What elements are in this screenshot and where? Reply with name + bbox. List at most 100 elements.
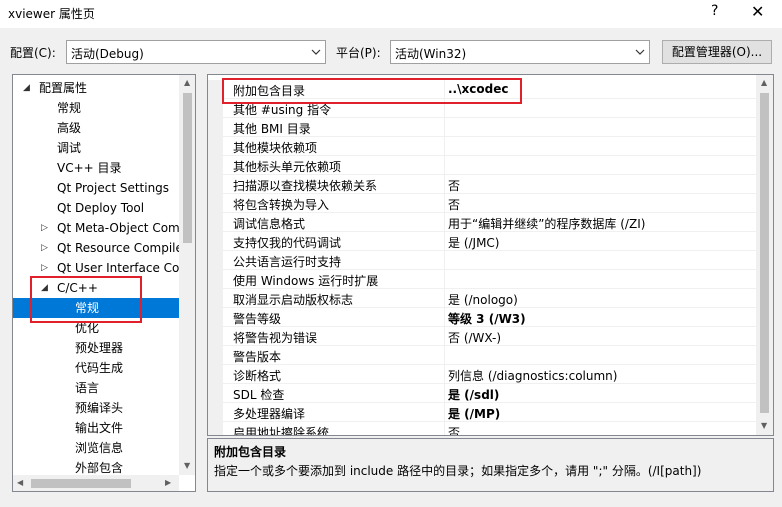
- property-row[interactable]: 启用地址擦除系统 否: [208, 422, 756, 435]
- property-value[interactable]: 否: [448, 196, 460, 213]
- property-name: 其他标头单元依赖项: [233, 160, 342, 174]
- property-value[interactable]: 列信息 (/diagnostics:column): [448, 367, 617, 384]
- property-row[interactable]: 多处理器编译 是 (/MP): [208, 403, 756, 422]
- tree-item[interactable]: VC++ 目录: [13, 158, 183, 178]
- column-separator: [444, 175, 445, 194]
- description-title: 附加包含目录: [214, 445, 287, 459]
- tree-item-label: 高级: [57, 121, 82, 135]
- property-row[interactable]: 其他标头单元依赖项: [208, 156, 756, 175]
- tree-item[interactable]: 常规: [13, 298, 183, 318]
- scroll-up-icon[interactable]: ▲: [184, 78, 190, 87]
- tree-item[interactable]: 语言: [13, 378, 183, 398]
- property-name: 将包含转换为导入: [233, 198, 330, 212]
- config-label: 配置(C):: [10, 46, 56, 60]
- help-icon[interactable]: ?: [711, 3, 718, 19]
- property-grid[interactable]: 附加包含目录 ..\xcodec 其他 #using 指令 其他 BMI 目录其他模块…: [207, 74, 774, 436]
- tree-item[interactable]: 预处理器: [13, 338, 183, 358]
- property-row[interactable]: 取消显示启动版权标志 是 (/nologo): [208, 289, 756, 308]
- property-value[interactable]: 是 (/JMC): [448, 234, 500, 251]
- grid-vscroll-thumb[interactable]: [760, 93, 769, 413]
- property-name: 将警告视为错误: [233, 331, 318, 345]
- property-value[interactable]: 是 (/nologo): [448, 291, 518, 308]
- tree-vertical-scrollbar[interactable]: ▲ ▼: [179, 75, 195, 475]
- tree-item[interactable]: ▷ Qt Meta-Object Com: [13, 218, 183, 238]
- tree-vscroll-thumb[interactable]: [183, 93, 192, 243]
- platform-label: 平台(P):: [336, 46, 381, 60]
- tree-item[interactable]: ◢ 配置属性: [13, 78, 183, 98]
- property-row[interactable]: 其他 BMI 目录: [208, 118, 756, 137]
- platform-dropdown[interactable]: 活动(Win32): [390, 40, 650, 64]
- scroll-down-icon[interactable]: ▼: [761, 421, 767, 430]
- tree-item-label: 配置属性: [39, 81, 88, 95]
- tree-item-label: Qt Project Settings: [57, 181, 170, 195]
- tree-item[interactable]: 高级: [13, 118, 183, 138]
- property-row[interactable]: 其他模块依赖项: [208, 137, 756, 156]
- property-row[interactable]: 其他 #using 指令: [208, 99, 756, 118]
- scroll-left-icon[interactable]: ◀: [17, 478, 23, 487]
- property-name: 调试信息格式: [233, 217, 306, 231]
- collapsed-triangle-icon[interactable]: ▷: [41, 238, 48, 258]
- chevron-down-icon: [311, 49, 321, 55]
- collapsed-triangle-icon[interactable]: ▷: [41, 218, 48, 238]
- tree-item[interactable]: Qt Deploy Tool: [13, 198, 183, 218]
- property-row[interactable]: 使用 Windows 运行时扩展: [208, 270, 756, 289]
- property-name: 其他模块依赖项: [233, 141, 318, 155]
- config-manager-button[interactable]: 配置管理器(O)...: [662, 40, 772, 64]
- property-row[interactable]: 警告版本: [208, 346, 756, 365]
- tree-item[interactable]: 浏览信息: [13, 438, 183, 458]
- tree-item[interactable]: ▷ Qt Resource Compile: [13, 238, 183, 258]
- scroll-right-icon[interactable]: ▶: [165, 478, 171, 487]
- grid-vertical-scrollbar[interactable]: ▲ ▼: [756, 75, 773, 435]
- pane-splitter[interactable]: [198, 74, 204, 492]
- tree-item-label: 常规: [75, 301, 100, 315]
- tree-item[interactable]: 优化: [13, 318, 183, 338]
- expanded-triangle-icon[interactable]: ◢: [23, 78, 30, 98]
- property-name: SDL 检查: [233, 388, 285, 402]
- tree-horizontal-scrollbar[interactable]: ◀ ▶: [13, 475, 179, 491]
- scroll-up-icon[interactable]: ▲: [761, 78, 767, 87]
- close-icon[interactable]: ✕: [751, 2, 764, 21]
- property-row[interactable]: 警告等级 等级 3 (/W3): [208, 308, 756, 327]
- property-value[interactable]: 否: [448, 177, 460, 194]
- property-value[interactable]: 否: [448, 424, 460, 435]
- property-row[interactable]: 调试信息格式 用于“编辑并继续”的程序数据库 (/ZI): [208, 213, 756, 232]
- tree-hscroll-thumb[interactable]: [31, 479, 131, 488]
- config-dropdown[interactable]: 活动(Debug): [66, 40, 326, 64]
- property-row[interactable]: 扫描源以查找模块依赖关系 否: [208, 175, 756, 194]
- row-gutter: [208, 80, 223, 99]
- property-row[interactable]: 诊断格式 列信息 (/diagnostics:column): [208, 365, 756, 384]
- property-row[interactable]: 支持仅我的代码调试 是 (/JMC): [208, 232, 756, 251]
- property-row[interactable]: 附加包含目录 ..\xcodec: [208, 80, 756, 99]
- tree-item[interactable]: Qt Project Settings: [13, 178, 183, 198]
- tree-item[interactable]: 代码生成: [13, 358, 183, 378]
- tree-item[interactable]: 预编译头: [13, 398, 183, 418]
- property-row[interactable]: SDL 检查 是 (/sdl): [208, 384, 756, 403]
- property-name: 支持仅我的代码调试: [233, 236, 342, 250]
- scroll-down-icon[interactable]: ▼: [184, 461, 190, 470]
- property-value[interactable]: 是 (/sdl): [448, 386, 499, 403]
- property-tree[interactable]: ◢ 配置属性 常规 高级 调试 VC++ 目录 Qt Project Settings Qt …: [12, 74, 196, 492]
- property-row[interactable]: 将包含转换为导入 否: [208, 194, 756, 213]
- tree-item[interactable]: 输出文件: [13, 418, 183, 438]
- collapsed-triangle-icon[interactable]: ▷: [41, 258, 48, 278]
- tree-item[interactable]: 调试: [13, 138, 183, 158]
- row-gutter: [208, 175, 223, 194]
- property-value[interactable]: 是 (/MP): [448, 405, 500, 422]
- column-separator: [444, 270, 445, 289]
- tree-item[interactable]: 常规: [13, 98, 183, 118]
- property-value[interactable]: 用于“编辑并继续”的程序数据库 (/ZI): [448, 215, 645, 232]
- column-separator: [444, 346, 445, 365]
- tree-item[interactable]: ▷ Qt User Interface Co: [13, 258, 183, 278]
- expanded-triangle-icon[interactable]: ◢: [41, 278, 48, 298]
- property-row[interactable]: 公共语言运行时支持: [208, 251, 756, 270]
- property-name: 使用 Windows 运行时扩展: [233, 274, 379, 288]
- column-separator: [444, 365, 445, 384]
- property-value[interactable]: 等级 3 (/W3): [448, 310, 526, 327]
- property-name: 警告等级: [233, 312, 282, 326]
- property-value[interactable]: ..\xcodec: [448, 82, 508, 96]
- property-row[interactable]: 将警告视为错误 否 (/WX-): [208, 327, 756, 346]
- property-value[interactable]: 否 (/WX-): [448, 329, 501, 346]
- tree-item[interactable]: ◢ C/C++: [13, 278, 183, 298]
- column-separator: [444, 403, 445, 422]
- tree-item-label: 常规: [57, 101, 82, 115]
